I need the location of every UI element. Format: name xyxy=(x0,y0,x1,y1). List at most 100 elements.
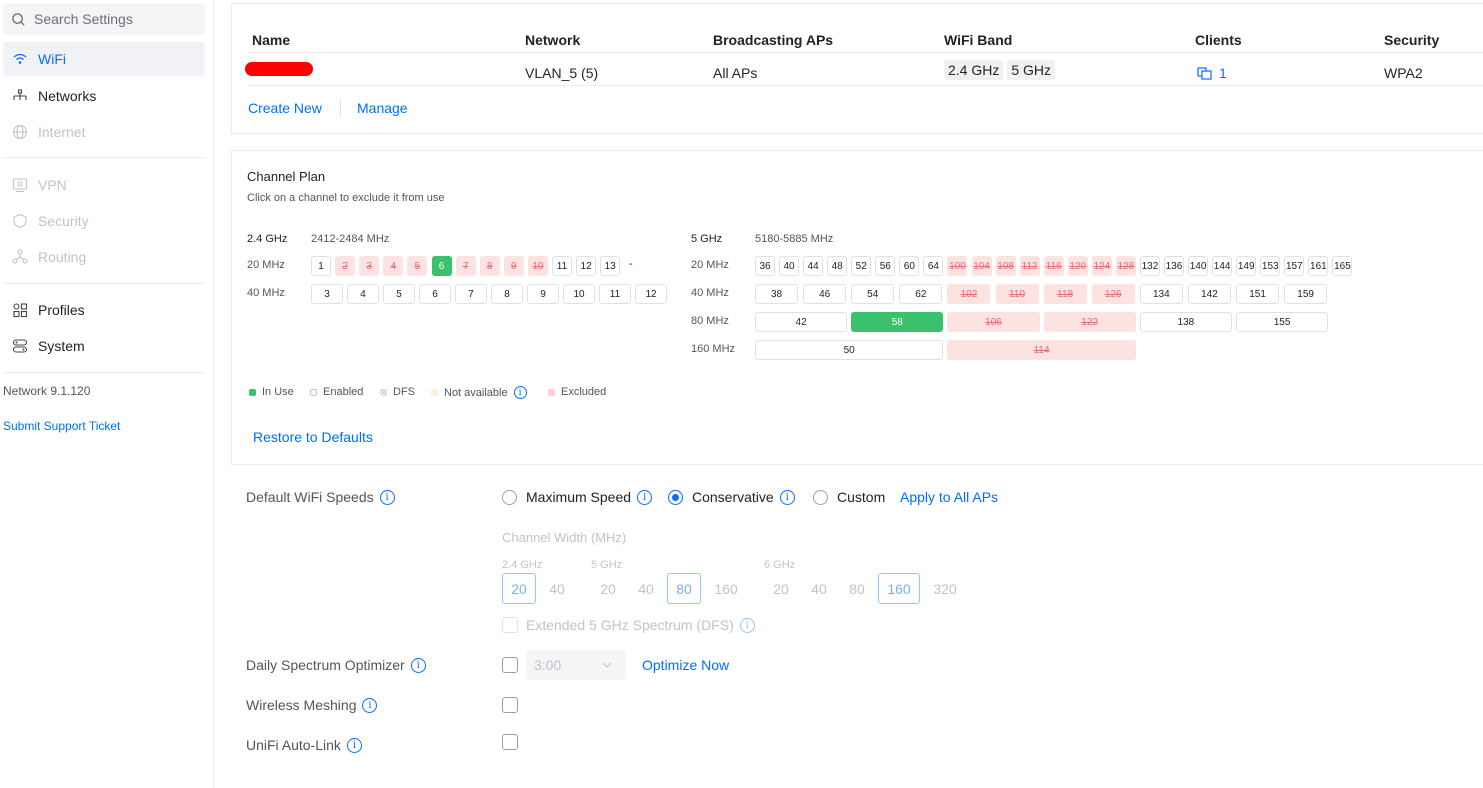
channel-button[interactable]: 112 xyxy=(1019,256,1040,276)
channel-width-option[interactable]: 40 xyxy=(540,573,574,604)
channel-button[interactable]: 3 xyxy=(311,284,343,304)
channel-button[interactable]: 108 xyxy=(995,256,1016,276)
channel-button[interactable]: 149 xyxy=(1236,256,1257,276)
channel-width-option[interactable]: 20 xyxy=(591,573,625,604)
channel-button[interactable]: 11 xyxy=(599,284,631,304)
channel-width-option[interactable]: 40 xyxy=(629,573,663,604)
sidebar-item-wifi[interactable]: WiFi xyxy=(3,42,205,76)
channel-button[interactable]: 138 xyxy=(1139,312,1232,332)
radio-conservative[interactable]: Conservative i xyxy=(668,489,795,505)
channel-button[interactable]: 120 xyxy=(1067,256,1088,276)
channel-width-option[interactable]: 80 xyxy=(667,573,701,604)
channel-button[interactable]: 161 xyxy=(1308,256,1329,276)
channel-button[interactable]: 11 xyxy=(552,256,572,276)
channel-button[interactable]: 56 xyxy=(875,256,896,276)
channel-button[interactable]: 142 xyxy=(1187,284,1231,304)
info-icon[interactable]: i xyxy=(513,386,527,399)
channel-button[interactable]: 12 xyxy=(635,284,667,304)
info-icon[interactable]: i xyxy=(739,617,755,633)
channel-button[interactable]: 124 xyxy=(1091,256,1112,276)
channel-width-option[interactable]: 20 xyxy=(764,573,798,604)
channel-button[interactable]: 60 xyxy=(899,256,920,276)
wireless-meshing-checkbox[interactable] xyxy=(502,697,518,713)
channel-button[interactable]: 1 xyxy=(311,256,331,276)
channel-button[interactable]: 7 xyxy=(455,256,476,276)
channel-button[interactable]: 58 xyxy=(851,312,944,332)
channel-button[interactable]: 102 xyxy=(947,284,991,304)
channel-button[interactable]: 54 xyxy=(851,284,895,304)
channel-button[interactable]: 50 xyxy=(755,340,944,360)
channel-button[interactable]: 5 xyxy=(383,284,415,304)
sidebar-item-profiles[interactable]: Profiles xyxy=(3,293,205,327)
sidebar-item-system[interactable]: System xyxy=(3,329,205,363)
channel-width-option[interactable]: 160 xyxy=(878,573,920,604)
channel-button[interactable]: 104 xyxy=(971,256,992,276)
apply-to-all-aps-link[interactable]: Apply to All APs xyxy=(900,489,998,505)
channel-button[interactable]: 52 xyxy=(851,256,872,276)
channel-button[interactable]: 4 xyxy=(383,256,404,276)
channel-button[interactable]: 13 xyxy=(600,256,621,276)
channel-button[interactable]: 40 xyxy=(779,256,800,276)
channel-width-option[interactable]: 20 xyxy=(502,573,536,604)
channel-button[interactable]: 10 xyxy=(563,284,595,304)
channel-button[interactable]: 7 xyxy=(455,284,487,304)
channel-button[interactable]: 48 xyxy=(827,256,848,276)
info-icon[interactable]: i xyxy=(637,489,653,505)
channel-button[interactable]: 155 xyxy=(1236,312,1329,332)
channel-button[interactable]: 132 xyxy=(1139,256,1160,276)
channel-button[interactable]: 136 xyxy=(1164,256,1185,276)
channel-button[interactable]: 12 xyxy=(576,256,597,276)
channel-button[interactable]: 3 xyxy=(359,256,380,276)
channel-button[interactable]: 126 xyxy=(1091,284,1135,304)
channel-button[interactable]: 116 xyxy=(1043,256,1064,276)
channel-button[interactable]: 46 xyxy=(803,284,847,304)
channel-width-option[interactable]: 160 xyxy=(705,573,747,604)
radio-custom[interactable]: Custom xyxy=(813,489,885,505)
channel-button[interactable]: 157 xyxy=(1284,256,1305,276)
channel-button[interactable]: 42 xyxy=(755,312,848,332)
search-input[interactable]: Search Settings xyxy=(3,3,205,35)
channel-button[interactable]: 140 xyxy=(1188,256,1209,276)
sidebar-item-security[interactable]: Security xyxy=(3,204,205,238)
channel-button[interactable]: 36 xyxy=(755,256,775,276)
channel-button[interactable]: 165 xyxy=(1332,256,1353,276)
sidebar-item-internet[interactable]: Internet xyxy=(3,115,205,149)
channel-button[interactable]: 38 xyxy=(755,284,799,304)
channel-button[interactable]: 134 xyxy=(1139,284,1183,304)
channel-button[interactable]: 64 xyxy=(923,256,944,276)
restore-defaults-link[interactable]: Restore to Defaults xyxy=(253,429,373,445)
spectrum-optimizer-checkbox[interactable] xyxy=(502,657,518,673)
channel-button[interactable]: 8 xyxy=(491,284,523,304)
auto-link-checkbox[interactable] xyxy=(502,734,518,750)
create-new-link[interactable]: Create New xyxy=(248,100,322,116)
info-icon[interactable]: i xyxy=(410,657,426,673)
channel-button[interactable]: 10 xyxy=(527,256,548,276)
channel-button[interactable]: 151 xyxy=(1236,284,1280,304)
channel-button[interactable]: 62 xyxy=(899,284,943,304)
sidebar-item-routing[interactable]: Routing xyxy=(3,240,205,274)
channel-button[interactable]: 8 xyxy=(479,256,500,276)
extended-dfs-checkbox[interactable] xyxy=(502,617,518,633)
channel-button[interactable]: 153 xyxy=(1260,256,1281,276)
channel-button[interactable]: 6 xyxy=(419,284,451,304)
sidebar-item-networks[interactable]: Networks xyxy=(3,79,205,113)
channel-button[interactable]: 106 xyxy=(947,312,1040,332)
channel-button[interactable]: 5 xyxy=(407,256,428,276)
info-icon[interactable]: i xyxy=(779,489,795,505)
channel-width-option[interactable]: 80 xyxy=(840,573,874,604)
channel-button[interactable]: 122 xyxy=(1043,312,1136,332)
channel-button[interactable]: 110 xyxy=(995,284,1039,304)
info-icon[interactable]: i xyxy=(362,697,378,713)
info-icon[interactable]: i xyxy=(346,737,362,753)
support-ticket-link[interactable]: Submit Support Ticket xyxy=(3,419,120,433)
manage-link[interactable]: Manage xyxy=(357,100,408,116)
channel-button[interactable]: 6 xyxy=(431,256,452,276)
optimize-now-link[interactable]: Optimize Now xyxy=(642,657,729,673)
channel-button[interactable]: 128 xyxy=(1115,256,1136,276)
channel-button[interactable]: 144 xyxy=(1212,256,1233,276)
channel-button[interactable]: 114 xyxy=(947,340,1136,360)
radio-maximum-speed[interactable]: Maximum Speed i xyxy=(502,489,653,505)
channel-width-option[interactable]: 40 xyxy=(802,573,836,604)
channel-button[interactable]: 4 xyxy=(347,284,379,304)
channel-button[interactable]: 2 xyxy=(335,256,356,276)
